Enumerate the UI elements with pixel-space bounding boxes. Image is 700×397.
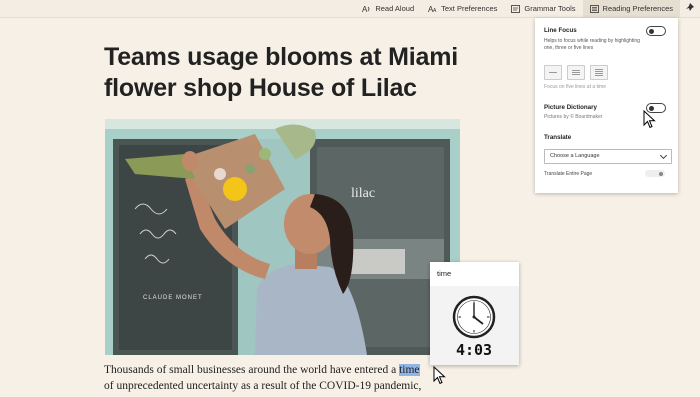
- read-aloud-icon: A: [362, 5, 371, 14]
- picture-dictionary-popup: time 4:03: [430, 262, 519, 365]
- line-focus-one-button[interactable]: [544, 65, 562, 80]
- pin-icon: [685, 3, 695, 14]
- language-select-value: Choose a Language: [550, 153, 600, 159]
- clock-icon: 4:03: [452, 295, 496, 359]
- immersive-reader-toolbar: A Read Aloud AA Text Preferences Grammar…: [0, 0, 700, 18]
- grammar-tools-button[interactable]: Grammar Tools: [504, 0, 582, 17]
- line-focus-description: Helps to focus while reading by highligh…: [544, 38, 640, 51]
- reading-preferences-panel: Line Focus Helps to focus while reading …: [535, 18, 678, 193]
- popup-word: time: [437, 269, 452, 278]
- text-preferences-button[interactable]: AA Text Preferences: [421, 0, 504, 17]
- line-focus-three-button[interactable]: [567, 65, 585, 80]
- clock-time-text: 4:03: [456, 341, 492, 359]
- translate-entire-page-label: Translate Entire Page: [544, 171, 593, 177]
- reading-preferences-label: Reading Preferences: [602, 4, 673, 13]
- svg-text:A: A: [362, 5, 368, 13]
- text-preferences-icon: AA: [428, 5, 437, 14]
- read-aloud-button[interactable]: A Read Aloud: [355, 0, 421, 17]
- pin-button[interactable]: [680, 0, 700, 17]
- line-focus-five-button[interactable]: [590, 65, 608, 80]
- picture-dictionary-title: Picture Dictionary: [544, 104, 597, 111]
- article-headline: Teams usage blooms at Miami flower shop …: [104, 43, 458, 102]
- line-focus-title: Line Focus: [544, 27, 577, 34]
- highlighted-word[interactable]: time: [399, 364, 420, 376]
- translate-entire-page-toggle[interactable]: [645, 170, 665, 177]
- reading-preferences-button[interactable]: Reading Preferences: [582, 0, 680, 17]
- picture-dictionary-credit: Pictures by © Boardmaker: [544, 114, 603, 120]
- reading-preferences-icon: [589, 4, 599, 13]
- article-body: Thousands of small businesses around the…: [104, 362, 484, 394]
- read-aloud-label: Read Aloud: [375, 4, 415, 13]
- body-text-end: of unprecedented uncertainty as a result…: [104, 380, 422, 392]
- chevron-down-icon: [659, 151, 668, 160]
- grammar-tools-icon: [511, 4, 521, 13]
- body-text-start: Thousands of small businesses around the…: [104, 364, 400, 376]
- line-focus-toggle[interactable]: [646, 26, 666, 36]
- line-focus-hint: Focus on five lines at a time: [544, 84, 606, 90]
- svg-text:A: A: [433, 8, 437, 13]
- language-select[interactable]: Choose a Language: [544, 149, 672, 164]
- sign-text: lilac: [351, 186, 375, 201]
- article-photo: CLAUDE MONET lilac: [105, 119, 460, 355]
- grammar-tools-label: Grammar Tools: [524, 4, 576, 13]
- popup-picture: 4:03: [430, 286, 519, 365]
- pointer-cursor-icon: [433, 366, 446, 385]
- window-text: CLAUDE MONET: [143, 295, 203, 301]
- translate-title: Translate: [544, 134, 572, 141]
- text-preferences-label: Text Preferences: [441, 4, 498, 13]
- mouse-cursor-icon: [643, 110, 656, 129]
